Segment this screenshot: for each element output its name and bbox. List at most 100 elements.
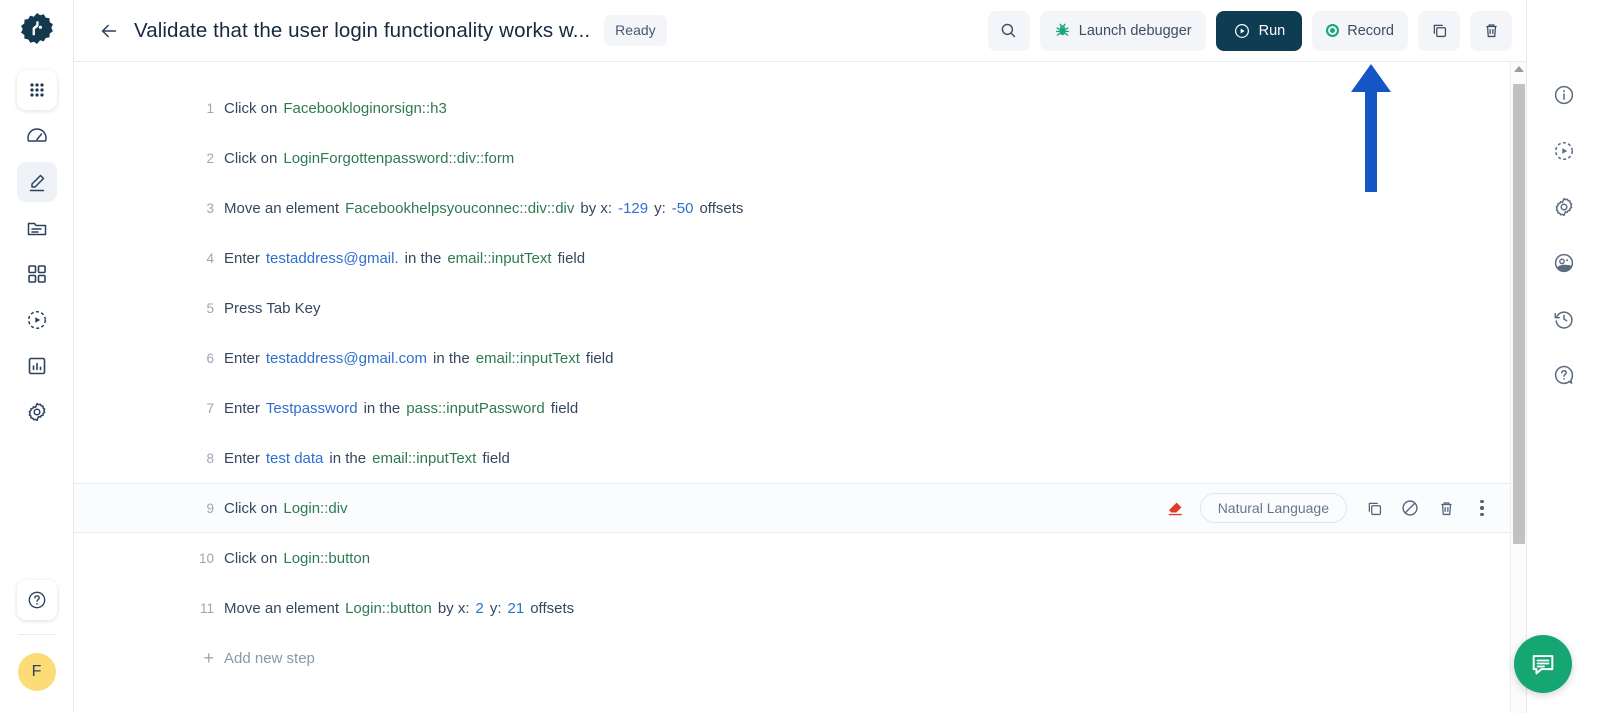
delete-test-button[interactable]	[1470, 10, 1512, 51]
gear-icon	[1555, 197, 1572, 217]
step-row[interactable]: 8 Enter test data in the email::inputText fie…	[74, 433, 1526, 483]
step-row[interactable]: 7 Enter Testpassword in the pass::inputPassw…	[74, 383, 1526, 433]
play-circle-icon	[1234, 23, 1249, 38]
chat-button[interactable]	[1514, 635, 1572, 693]
step-value[interactable]: 21	[508, 600, 525, 617]
sidebar-item-dashboard[interactable]	[17, 116, 57, 156]
sidebar-item-help[interactable]	[16, 580, 57, 620]
search-button[interactable]	[987, 10, 1030, 51]
step-target-selector[interactable]: Login::button	[283, 550, 370, 567]
step-keyword: in the	[432, 349, 470, 367]
step-keyword: in the	[363, 399, 401, 417]
left-sidebar-items	[16, 70, 57, 438]
run-button[interactable]: Run	[1215, 10, 1303, 51]
step-value[interactable]: -50	[672, 200, 694, 217]
sidebar-item-editor[interactable]	[16, 162, 57, 202]
more-vertical-icon	[1480, 499, 1484, 517]
step-target-selector[interactable]: pass::inputPassword	[406, 400, 544, 417]
play-dashed-circle-icon	[1554, 141, 1573, 161]
step-row[interactable]: 10 Click on Login::button	[74, 533, 1526, 583]
avatar[interactable]: F	[17, 653, 56, 691]
apps-grid-icon	[29, 83, 44, 97]
record-dot-icon	[1326, 24, 1340, 37]
step-keyword: offsets	[530, 599, 575, 617]
gear-icon	[28, 402, 45, 422]
vertical-scrollbar[interactable]	[1510, 62, 1526, 713]
back-button[interactable]	[92, 14, 126, 48]
step-keyword: by x:	[580, 199, 613, 217]
step-text: Press Tab Key	[224, 300, 326, 317]
app-logo[interactable]	[0, 0, 74, 62]
step-row[interactable]: 1 Click on Facebookloginorsign::h3	[74, 83, 1526, 133]
more-options-button[interactable]	[1464, 491, 1500, 525]
right-sidebar	[1526, 0, 1600, 713]
step-target-selector[interactable]: Facebookhelpsyouconnec::div::div	[345, 200, 574, 217]
disable-step-button[interactable]	[1392, 491, 1428, 525]
scroll-up-arrow-icon[interactable]	[1513, 66, 1524, 72]
step-keyword: y:	[489, 599, 502, 617]
panel-item-run-settings[interactable]	[1547, 134, 1581, 168]
add-new-step-button[interactable]: + Add new step	[74, 633, 1526, 683]
sidebar-divider	[17, 634, 56, 635]
step-target-selector[interactable]: email::inputText	[372, 450, 476, 467]
step-target-selector[interactable]: Login::button	[345, 600, 432, 617]
step-value[interactable]: Testpassword	[266, 400, 358, 417]
step-value[interactable]: testaddress@gmail.	[266, 250, 399, 267]
step-target-selector[interactable]: Login::div	[283, 500, 347, 517]
panel-item-info[interactable]	[1547, 78, 1581, 112]
step-text: Click on Facebookloginorsign::h3	[224, 100, 453, 117]
step-value[interactable]: -129	[618, 200, 648, 217]
step-row[interactable]: 4 Enter testaddress@gmail. in the email::inp…	[74, 233, 1526, 283]
step-keyword: in the	[329, 449, 367, 467]
sidebar-item-settings[interactable]	[17, 392, 57, 432]
step-row[interactable]: 6 Enter testaddress@gmail.com in the email::…	[74, 333, 1526, 383]
content-area: 1 Click on Facebookloginorsign::h32 Click o…	[74, 62, 1526, 713]
step-row[interactable]: 5 Press Tab Key	[74, 283, 1526, 333]
step-number: 1	[206, 100, 214, 116]
arrow-left-icon	[101, 24, 117, 37]
sidebar-item-modules[interactable]	[17, 254, 57, 294]
step-value[interactable]: 2	[476, 600, 484, 617]
step-row[interactable]: 9 Click on Login::div Natural Language	[74, 483, 1526, 533]
step-target-selector[interactable]: Facebookloginorsign::h3	[283, 100, 446, 117]
step-target-selector[interactable]: email::inputText	[447, 250, 551, 267]
help-circle-icon	[28, 591, 45, 609]
circle-slash-icon	[1402, 500, 1418, 516]
search-icon	[1001, 23, 1016, 38]
scrollbar-thumb[interactable]	[1513, 84, 1525, 544]
step-list[interactable]: 1 Click on Facebookloginorsign::h32 Click o…	[74, 62, 1526, 713]
step-row[interactable]: 11 Move an element Login::button by x: 2 y: 21…	[74, 583, 1526, 633]
step-keyword: in the	[404, 249, 442, 267]
gear-logo-icon	[20, 13, 53, 44]
delete-step-button[interactable]	[1428, 491, 1464, 525]
sidebar-item-reports[interactable]	[17, 346, 57, 386]
record-button[interactable]: Record	[1312, 10, 1408, 51]
panel-item-configuration[interactable]	[1547, 190, 1581, 224]
panel-item-history[interactable]	[1547, 302, 1581, 336]
step-value[interactable]: test data	[266, 450, 324, 467]
step-number: 9	[206, 500, 214, 516]
step-target-selector[interactable]: email::inputText	[476, 350, 580, 367]
step-text: Click on LoginForgottenpassword::div::for…	[224, 150, 520, 167]
step-number: 2	[206, 150, 214, 166]
panel-item-help[interactable]	[1547, 358, 1581, 392]
step-value[interactable]: testaddress@gmail.com	[266, 350, 427, 367]
step-text: Enter Testpassword in the pass::inputPasswo…	[224, 400, 584, 417]
sidebar-item-apps[interactable]	[16, 70, 57, 110]
panel-item-test-data[interactable]	[1547, 246, 1581, 280]
step-target-selector[interactable]: LoginForgottenpassword::div::form	[283, 150, 514, 167]
data-profile-icon	[1554, 253, 1573, 273]
step-row[interactable]: 3 Move an element Facebookhelpsyouconnec::…	[74, 183, 1526, 233]
mode-pill[interactable]: Natural Language	[1199, 493, 1347, 523]
launch-debugger-button[interactable]: Launch debugger	[1039, 10, 1206, 51]
pencil-underline-icon	[29, 174, 44, 192]
step-keyword: Enter	[224, 399, 260, 417]
duplicate-step-button[interactable]	[1356, 491, 1392, 525]
bug-icon	[1055, 23, 1069, 36]
copy-test-button[interactable]	[1418, 10, 1460, 51]
step-row[interactable]: 2 Click on LoginForgottenpassword::div::fo…	[74, 133, 1526, 183]
sidebar-item-repository[interactable]	[17, 208, 57, 248]
step-number: 5	[206, 300, 214, 316]
eraser-button[interactable]	[1158, 491, 1194, 525]
sidebar-item-executions[interactable]	[17, 300, 57, 340]
